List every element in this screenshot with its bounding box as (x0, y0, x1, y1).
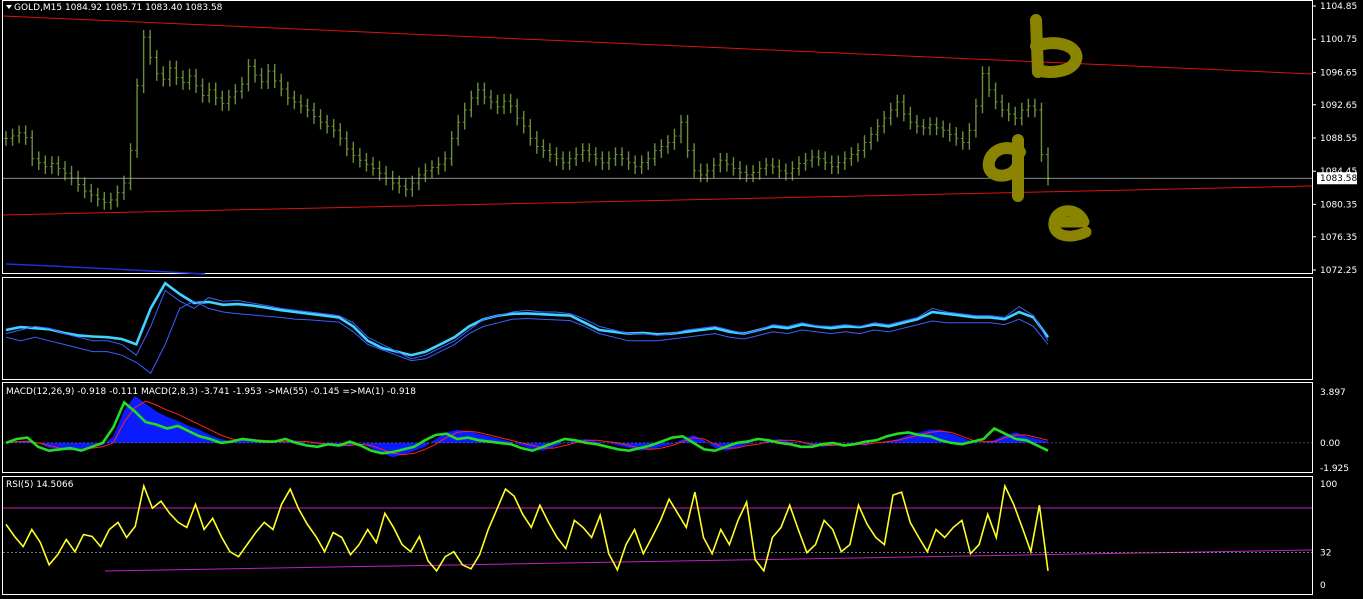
macd-title: MACD(12,26,9) -0.918 -0.111 MACD(2,8,3) … (6, 387, 416, 397)
rsi-tick-label: 0 (1320, 581, 1326, 591)
price-title: GOLD,M15 1084.92 1085.71 1083.40 1083.58 (14, 3, 223, 13)
rsi-panel[interactable]: RSI(5) 14.5066 (2, 476, 1313, 595)
price-tick-label: 1080.35 (1320, 200, 1357, 210)
rsi-axis: 100 32 0 (1320, 480, 1337, 591)
macd-tick-label: -1.925 (1320, 464, 1349, 474)
price-tick-label: 1096.65 (1320, 68, 1357, 78)
macd-tick-label: 0.00 (1320, 439, 1340, 449)
macd-panel[interactable]: MACD(12,26,9) -0.918 -0.111 MACD(2,8,3) … (2, 382, 1313, 473)
macd-axis: 3.897 0.00 -1.925 (1320, 388, 1349, 474)
rsi-panel-frame (2, 476, 1313, 595)
price-axis: 1104.851100.751096.651092.651088.551084.… (1312, 2, 1357, 276)
price-panel-frame (2, 0, 1313, 274)
price-tick-label: 1100.75 (1320, 35, 1357, 45)
ma-panel[interactable] (2, 277, 1313, 380)
price-tick-label: 1076.35 (1320, 233, 1357, 243)
price-panel[interactable]: GOLD,M15 1084.92 1085.71 1083.40 1083.58 (2, 0, 1313, 275)
rsi-tick-label: 32 (1320, 549, 1331, 559)
current-price-label: 1083.58 (1320, 174, 1357, 184)
ma-panel-frame (2, 277, 1313, 380)
price-tick-label: 1104.85 (1320, 2, 1357, 12)
macd-tick-label: 3.897 (1320, 388, 1346, 398)
price-tick-label: 1072.25 (1320, 266, 1357, 276)
rsi-tick-label: 100 (1320, 480, 1337, 490)
price-tick-label: 1092.65 (1320, 101, 1357, 111)
price-tick-label: 1088.55 (1320, 134, 1357, 144)
rsi-title: RSI(5) 14.5066 (6, 480, 74, 490)
trading-chart: GOLD,M15 1084.92 1085.71 1083.40 1083.58… (2, 0, 1357, 595)
annotation-c (1048, 205, 1092, 242)
